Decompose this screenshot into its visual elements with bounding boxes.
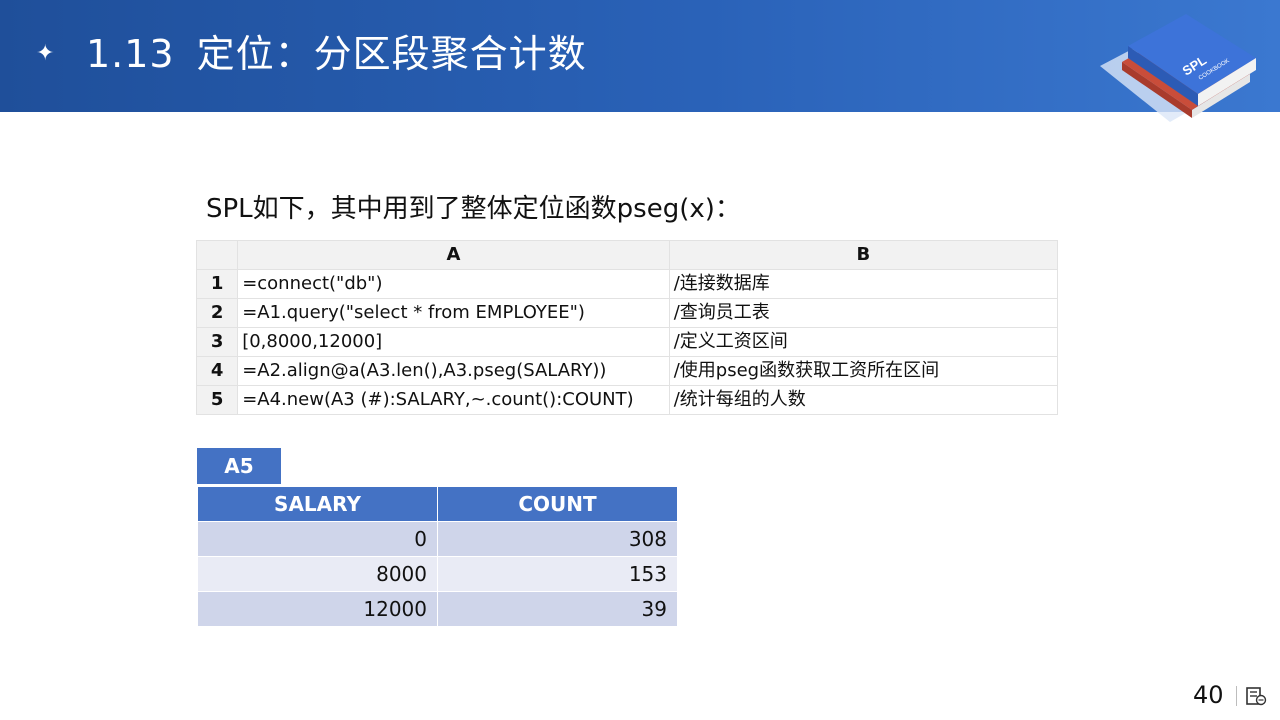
section-number: 1.13 [86, 32, 175, 76]
spl-cookbook-logo: SPL COOKBOOK [1100, 14, 1256, 122]
cell-a1[interactable]: =connect("db") [237, 269, 670, 299]
salary-cell: 0 [197, 521, 438, 557]
column-header-b: B [668, 240, 1059, 270]
cell-b4[interactable]: /使用pseg函数获取工资所在区间 [668, 356, 1059, 386]
table-row: 8000 153 [197, 556, 678, 592]
salary-cell: 8000 [197, 556, 438, 592]
slide-title: 1.13 定位：分区段聚合计数 [86, 30, 587, 78]
row-number: 5 [195, 385, 239, 415]
result-label: A5 [197, 448, 281, 484]
spl-code-grid: A B 1 =connect("db") /连接数据库 2 =A1.query(… [195, 240, 1059, 415]
count-cell: 39 [437, 591, 678, 627]
slide-note-icon[interactable] [1245, 686, 1267, 706]
count-cell: 308 [437, 521, 678, 557]
count-cell: 153 [437, 556, 678, 592]
result-header-row: SALARY COUNT [197, 486, 678, 522]
column-header-count: COUNT [437, 486, 678, 522]
cell-b2[interactable]: /查询员工表 [668, 298, 1059, 328]
code-row: 5 =A4.new(A3 (#):SALARY,~.count():COUNT)… [195, 385, 1059, 415]
sparkle-icon: ✦ [36, 41, 55, 66]
cell-b1[interactable]: /连接数据库 [668, 269, 1059, 299]
salary-cell: 12000 [197, 591, 438, 627]
cell-b5[interactable]: /统计每组的人数 [668, 385, 1059, 415]
cell-b3[interactable]: /定义工资区间 [668, 327, 1059, 357]
table-row: 0 308 [197, 521, 678, 557]
cell-a3[interactable]: [0,8000,12000] [237, 327, 670, 357]
code-row: 3 [0,8000,12000] /定义工资区间 [195, 327, 1059, 357]
code-header-row: A B [195, 240, 1059, 270]
row-number: 4 [195, 356, 239, 386]
row-number: 3 [195, 327, 239, 357]
cell-a4[interactable]: =A2.align@a(A3.len(),A3.pseg(SALARY)) [237, 356, 670, 386]
page-number: 40 [1193, 681, 1224, 709]
footer-divider [1236, 686, 1237, 706]
code-row: 2 =A1.query("select * from EMPLOYEE") /查… [195, 298, 1059, 328]
result-table: SALARY COUNT 0 308 8000 153 12000 39 [197, 486, 678, 627]
corner-cell [195, 240, 239, 270]
intro-text: SPL如下，其中用到了整体定位函数pseg(x)： [206, 194, 741, 224]
cell-a5[interactable]: =A4.new(A3 (#):SALARY,~.count():COUNT) [237, 385, 670, 415]
row-number: 1 [195, 269, 239, 299]
code-row: 4 =A2.align@a(A3.len(),A3.pseg(SALARY)) … [195, 356, 1059, 386]
section-title: 定位：分区段聚合计数 [196, 32, 587, 76]
column-header-salary: SALARY [197, 486, 438, 522]
table-row: 12000 39 [197, 591, 678, 627]
slide-header: ✦ 1.13 定位：分区段聚合计数 [0, 0, 1280, 112]
row-number: 2 [195, 298, 239, 328]
column-header-a: A [237, 240, 670, 270]
code-row: 1 =connect("db") /连接数据库 [195, 269, 1059, 299]
cell-a2[interactable]: =A1.query("select * from EMPLOYEE") [237, 298, 670, 328]
